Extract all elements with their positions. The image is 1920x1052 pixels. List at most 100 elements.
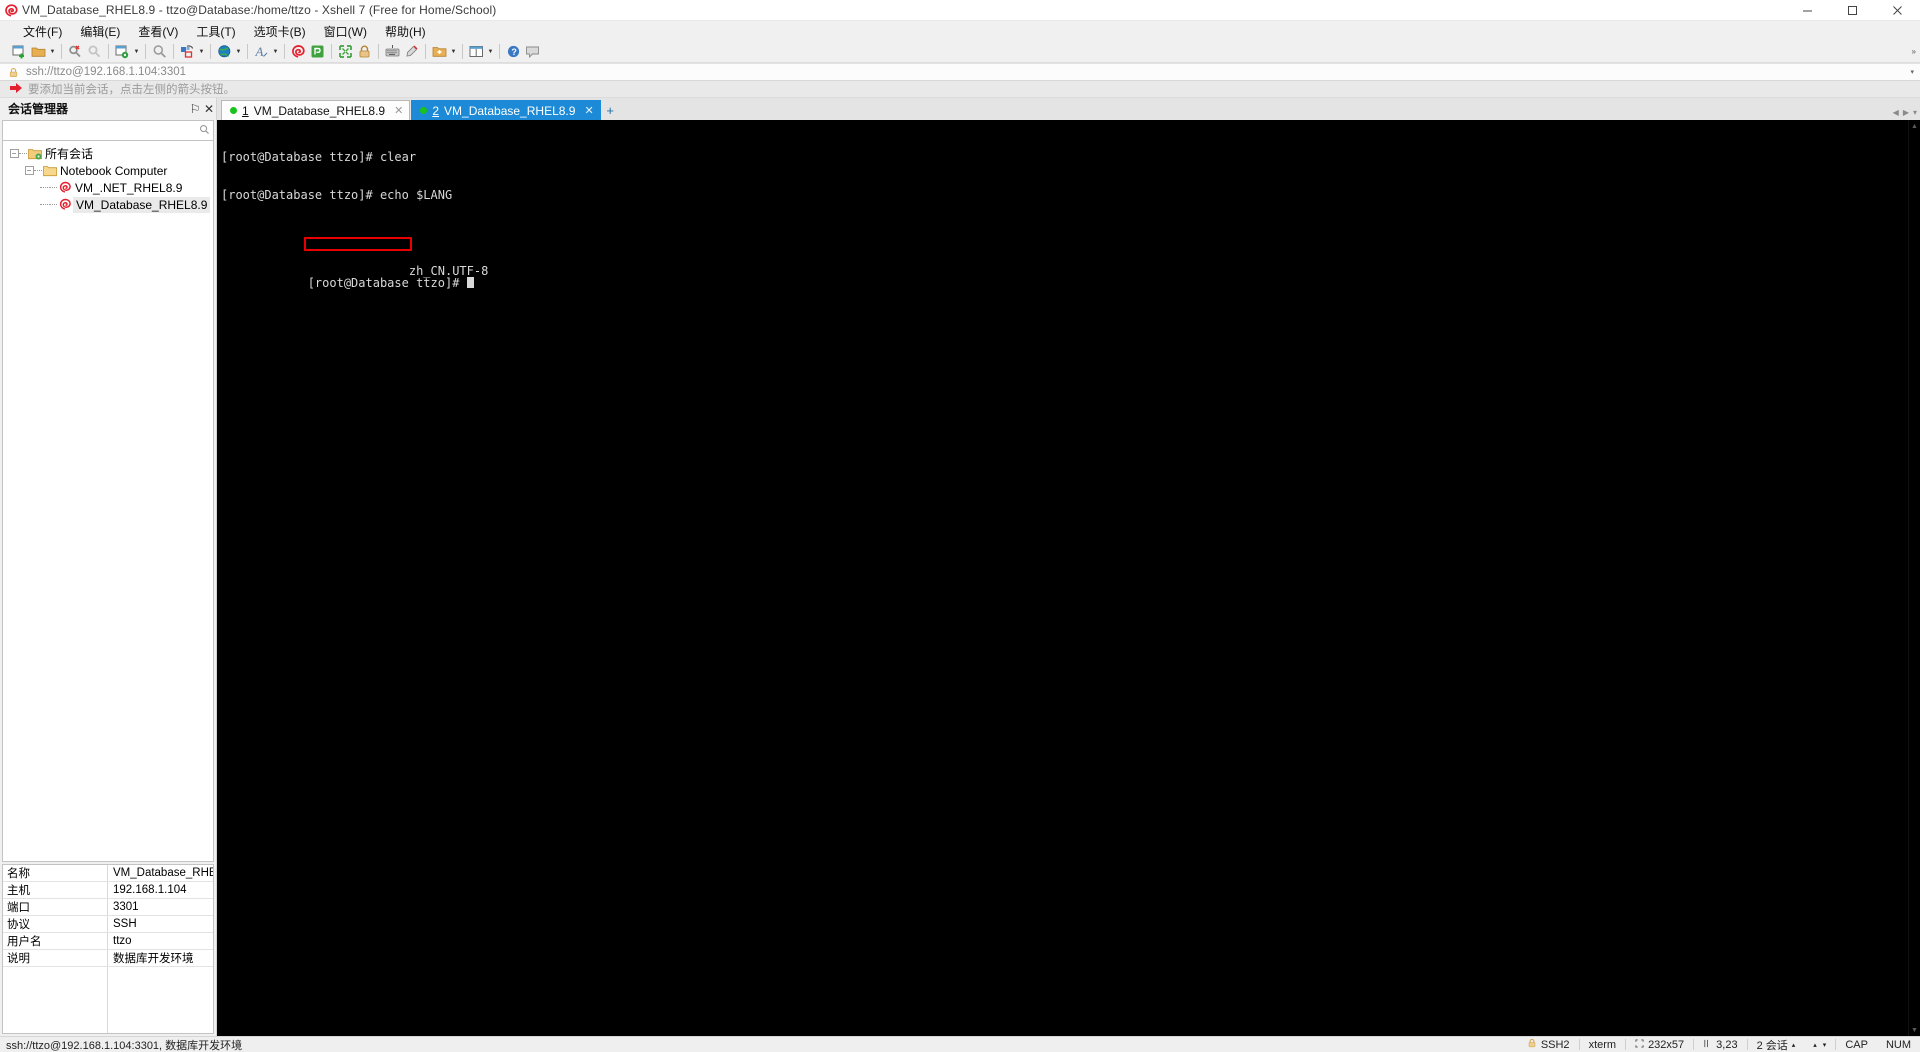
all-sessions-folder-icon: [27, 148, 43, 160]
tab-next-icon[interactable]: ▶: [1903, 108, 1909, 117]
tree-item-vm-database-rhel89[interactable]: VM_Database_RHEL8.9: [3, 196, 213, 213]
property-key: 名称: [3, 865, 108, 881]
address-input[interactable]: ssh://ttzo@192.168.1.104:3301: [26, 66, 186, 78]
find-icon[interactable]: [150, 42, 169, 61]
terminal-scrollbar[interactable]: ▲ ▼: [1908, 120, 1920, 1036]
tree-connector: [49, 204, 57, 205]
add-folder-icon[interactable]: [430, 42, 449, 61]
svg-text:?: ?: [511, 47, 517, 57]
xshell-logo-icon: [0, 3, 22, 17]
tile-icon[interactable]: [467, 42, 486, 61]
property-key: 主机: [3, 882, 108, 898]
tab-close-icon[interactable]: ✕: [394, 104, 403, 117]
tree-label: 所有会话: [45, 147, 94, 161]
menu-window[interactable]: 窗口(W): [315, 21, 376, 42]
tab-number: 2: [432, 103, 440, 118]
tree-item-all-sessions[interactable]: − 所有会话: [3, 145, 213, 162]
tree-item-vm-net-rhel89[interactable]: VM_.NET_RHEL8.9: [3, 179, 213, 196]
tab-close-icon[interactable]: ✕: [584, 104, 593, 117]
session-properties-icon[interactable]: [113, 42, 132, 61]
maximize-button[interactable]: [1830, 0, 1875, 21]
font-caret-icon[interactable]: ▼: [271, 42, 280, 61]
terminal-output[interactable]: [root@Database ttzo]# clear [root@Databa…: [217, 120, 1908, 1036]
session-search-input[interactable]: [2, 120, 214, 141]
new-tab-button[interactable]: +: [601, 101, 619, 120]
session-tree[interactable]: − 所有会话 − Notebook Computer VM_.NET_RHEL8…: [2, 141, 214, 862]
menu-tools[interactable]: 工具(T): [187, 21, 244, 42]
add-folder-caret-icon[interactable]: ▼: [449, 42, 458, 61]
tree-connector: [34, 170, 42, 171]
disconnect-icon[interactable]: [66, 42, 85, 61]
collapse-icon[interactable]: −: [24, 166, 34, 175]
layout-icon[interactable]: [178, 42, 197, 61]
toolbar-separator-1: [61, 44, 62, 59]
tile-caret-icon[interactable]: ▼: [486, 42, 495, 61]
scroll-down-icon[interactable]: ▼: [1909, 1025, 1920, 1035]
lock-icon[interactable]: [355, 42, 374, 61]
globe-icon[interactable]: [215, 42, 234, 61]
title-bar: VM_Database_RHEL8.9 - ttzo@Database:/hom…: [0, 0, 1920, 21]
keyboard-icon[interactable]: [383, 42, 402, 61]
session-properties-table: 名称 VM_Database_RHE... 主机 192.168.1.104 端…: [2, 864, 214, 1034]
sessions-caret-icon[interactable]: ▴: [1792, 1041, 1796, 1049]
tree-indent: [39, 179, 49, 196]
status-scroll-controls[interactable]: ▴ ▾: [1804, 1041, 1835, 1049]
tab-navigation: ◀ ▶ ▾: [1893, 108, 1917, 117]
globe-caret-icon[interactable]: ▼: [234, 42, 243, 61]
main-body: 会话管理器 ⚐ ✕ − 所有会话 − Notebook Computer VM_…: [0, 98, 1920, 1036]
address-dropdown-caret-icon[interactable]: ▾: [1910, 68, 1914, 76]
hint-text: 要添加当前会话，点击左侧的箭头按钮。: [28, 84, 235, 96]
property-value: SSH: [113, 918, 137, 930]
font-icon[interactable]: A: [252, 42, 271, 61]
terminal-area[interactable]: [root@Database ttzo]# clear [root@Databa…: [217, 120, 1920, 1036]
folder-icon: [42, 165, 58, 177]
layout-caret-icon[interactable]: ▼: [197, 42, 206, 61]
expander-all-sessions[interactable]: −: [9, 145, 19, 162]
menu-help[interactable]: 帮助(H): [376, 21, 435, 42]
xshell-icon[interactable]: [289, 42, 308, 61]
red-highlight-box: [303, 237, 412, 252]
tree-indent: [39, 196, 49, 213]
menu-edit[interactable]: 编辑(E): [71, 21, 129, 42]
tab-prev-icon[interactable]: ◀: [1893, 108, 1899, 117]
session-manager-header: 会话管理器 ⚐ ✕: [0, 98, 216, 119]
close-button[interactable]: [1875, 0, 1920, 21]
property-key: 用户名: [3, 933, 108, 949]
minimize-button[interactable]: [1785, 0, 1830, 21]
status-down-caret-icon[interactable]: ▾: [1823, 1041, 1827, 1049]
fullscreen-icon[interactable]: [336, 42, 355, 61]
menu-tabs[interactable]: 选项卡(B): [245, 21, 315, 42]
toolbar-separator-4: [173, 44, 174, 59]
new-session-icon[interactable]: [10, 42, 29, 61]
comment-icon[interactable]: [523, 42, 542, 61]
toolbar-overflow-caret-icon[interactable]: »: [1912, 47, 1916, 56]
pin-button[interactable]: ⚐: [188, 101, 202, 117]
address-bar[interactable]: ssh://ttzo@192.168.1.104:3301 ▾: [0, 63, 1920, 81]
terminal-prompt-line: [root@Database ttzo]#: [221, 265, 1908, 289]
xftp-icon[interactable]: [308, 42, 327, 61]
status-sessions[interactable]: 2 会话 ▴: [1748, 1037, 1805, 1052]
help-icon[interactable]: ?: [504, 42, 523, 61]
reconnect-icon[interactable]: [85, 42, 104, 61]
tab-2[interactable]: 2 VM_Database_RHEL8.9 ✕: [411, 100, 601, 120]
property-key-empty: [3, 967, 108, 1033]
open-folder-icon[interactable]: [29, 42, 48, 61]
tab-1[interactable]: 1 VM_Database_RHEL8.9 ✕: [221, 100, 411, 120]
toolbar-separator-12: [499, 44, 500, 59]
panel-close-button[interactable]: ✕: [202, 101, 216, 117]
toolbar-separator-7: [284, 44, 285, 59]
expander-notebook[interactable]: −: [24, 162, 34, 179]
session-icon: [57, 198, 73, 211]
xshell-window: VM_Database_RHEL8.9 - ttzo@Database:/hom…: [0, 0, 1920, 1052]
collapse-icon[interactable]: −: [9, 149, 19, 158]
highlight-icon[interactable]: [402, 42, 421, 61]
session-manager-title: 会话管理器: [8, 102, 69, 116]
tree-item-notebook-computer[interactable]: − Notebook Computer: [3, 162, 213, 179]
open-folder-caret-icon[interactable]: ▼: [48, 42, 57, 61]
session-properties-caret-icon[interactable]: ▼: [132, 42, 141, 61]
status-up-caret-icon[interactable]: ▴: [1813, 1041, 1817, 1049]
scroll-up-icon[interactable]: ▲: [1909, 121, 1920, 131]
menu-file[interactable]: 文件(F): [14, 21, 71, 42]
tab-menu-icon[interactable]: ▾: [1913, 108, 1917, 117]
menu-view[interactable]: 查看(V): [129, 21, 187, 42]
